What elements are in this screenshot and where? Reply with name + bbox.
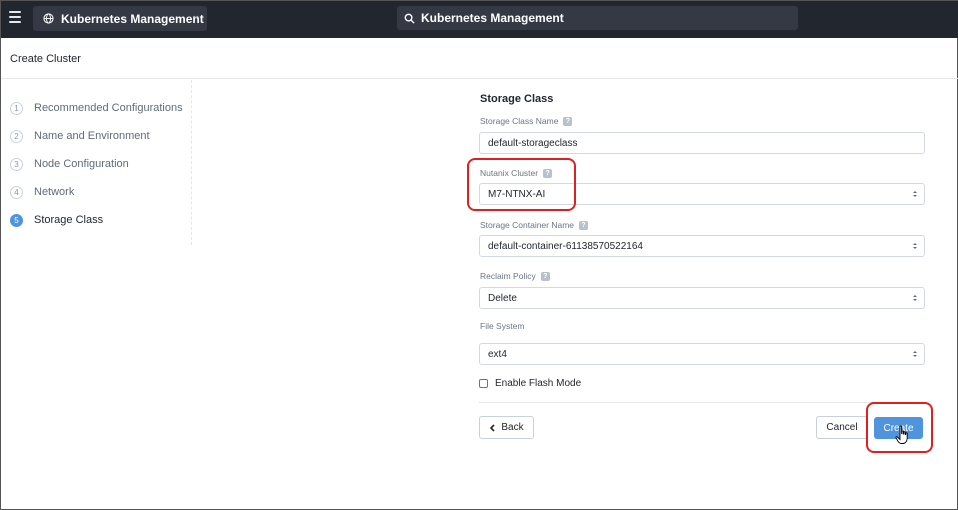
storage-container-name-select[interactable]: default-container-61138570522164: [479, 235, 925, 257]
storage-container-name-label: Storage Container Name ?: [480, 220, 589, 230]
step-name-and-environment[interactable]: 2 Name and Environment: [10, 129, 150, 143]
step-label: Name and Environment: [34, 130, 150, 142]
field-value: default-container-61138570522164: [488, 240, 643, 252]
label-text: File System: [480, 321, 525, 331]
label-text: Storage Class Name: [480, 116, 559, 126]
enable-flash-mode-checkbox[interactable]: [479, 379, 488, 388]
step-label: Storage Class: [34, 214, 104, 226]
reclaim-policy-select[interactable]: Delete: [479, 287, 925, 309]
footer-divider: [479, 402, 925, 403]
file-system-select[interactable]: ext4: [479, 343, 925, 365]
step-number: 3: [10, 157, 23, 171]
search-icon: [404, 13, 415, 24]
step-recommended-configurations[interactable]: 1 Recommended Configurations: [10, 101, 183, 115]
select-caret-icon: [913, 295, 917, 301]
select-caret-icon: [913, 191, 917, 197]
enable-flash-mode-option[interactable]: Enable Flash Mode: [479, 378, 581, 389]
hamburger-menu-icon[interactable]: [9, 11, 21, 25]
enable-flash-mode-label: Enable Flash Mode: [495, 378, 582, 389]
field-value: default-storageclass: [488, 137, 578, 149]
storage-class-name-label: Storage Class Name ?: [480, 116, 573, 126]
cancel-button-label: Cancel: [826, 422, 858, 433]
nutanix-cluster-highlight: [467, 158, 576, 211]
cancel-button[interactable]: Cancel: [816, 416, 868, 439]
step-node-configuration[interactable]: 3 Node Configuration: [10, 157, 129, 171]
step-label: Network: [34, 186, 75, 198]
hand-pointer-icon: [895, 425, 908, 444]
file-system-label: File System: [480, 321, 524, 331]
select-caret-icon: [913, 351, 917, 357]
field-value: ext4: [488, 348, 507, 360]
app-switcher-label: Kubernetes Management: [61, 11, 204, 26]
search-text: Kubernetes Management: [421, 11, 564, 25]
back-button-label: Back: [501, 422, 524, 433]
step-network[interactable]: 4 Network: [10, 185, 74, 199]
chevron-left-icon: [490, 423, 495, 432]
step-number: 1: [10, 101, 23, 115]
page-header: Create Cluster: [1, 38, 958, 79]
label-text: Storage Container Name: [480, 220, 575, 230]
step-number: 4: [10, 185, 23, 199]
app-switcher-dropdown[interactable]: Kubernetes Management: [33, 6, 207, 31]
storage-class-name-input[interactable]: default-storageclass: [479, 132, 925, 154]
page-title: Create Cluster: [10, 53, 81, 65]
step-number: 5: [10, 213, 23, 227]
reclaim-policy-label: Reclaim Policy ?: [480, 271, 550, 281]
step-label: Recommended Configurations: [34, 102, 183, 114]
field-value: Delete: [488, 292, 517, 304]
label-text: Reclaim Policy: [480, 271, 536, 281]
section-title: Storage Class: [480, 93, 554, 105]
help-icon[interactable]: ?: [563, 116, 573, 126]
help-icon[interactable]: ?: [579, 220, 589, 230]
select-caret-icon: [913, 243, 917, 249]
global-search-bar[interactable]: Kubernetes Management: [397, 6, 798, 30]
wizard-steps: 1 Recommended Configurations 2 Name and …: [1, 80, 192, 245]
step-number: 2: [10, 129, 23, 143]
step-storage-class[interactable]: 5 Storage Class: [10, 213, 103, 227]
globe-icon: [43, 13, 54, 24]
back-button[interactable]: Back: [479, 416, 534, 439]
top-navigation-bar: Kubernetes Management Kubernetes Managem…: [1, 1, 958, 38]
chevron-down-icon: [193, 15, 199, 19]
step-label: Node Configuration: [34, 158, 129, 170]
help-icon[interactable]: ?: [540, 271, 550, 281]
